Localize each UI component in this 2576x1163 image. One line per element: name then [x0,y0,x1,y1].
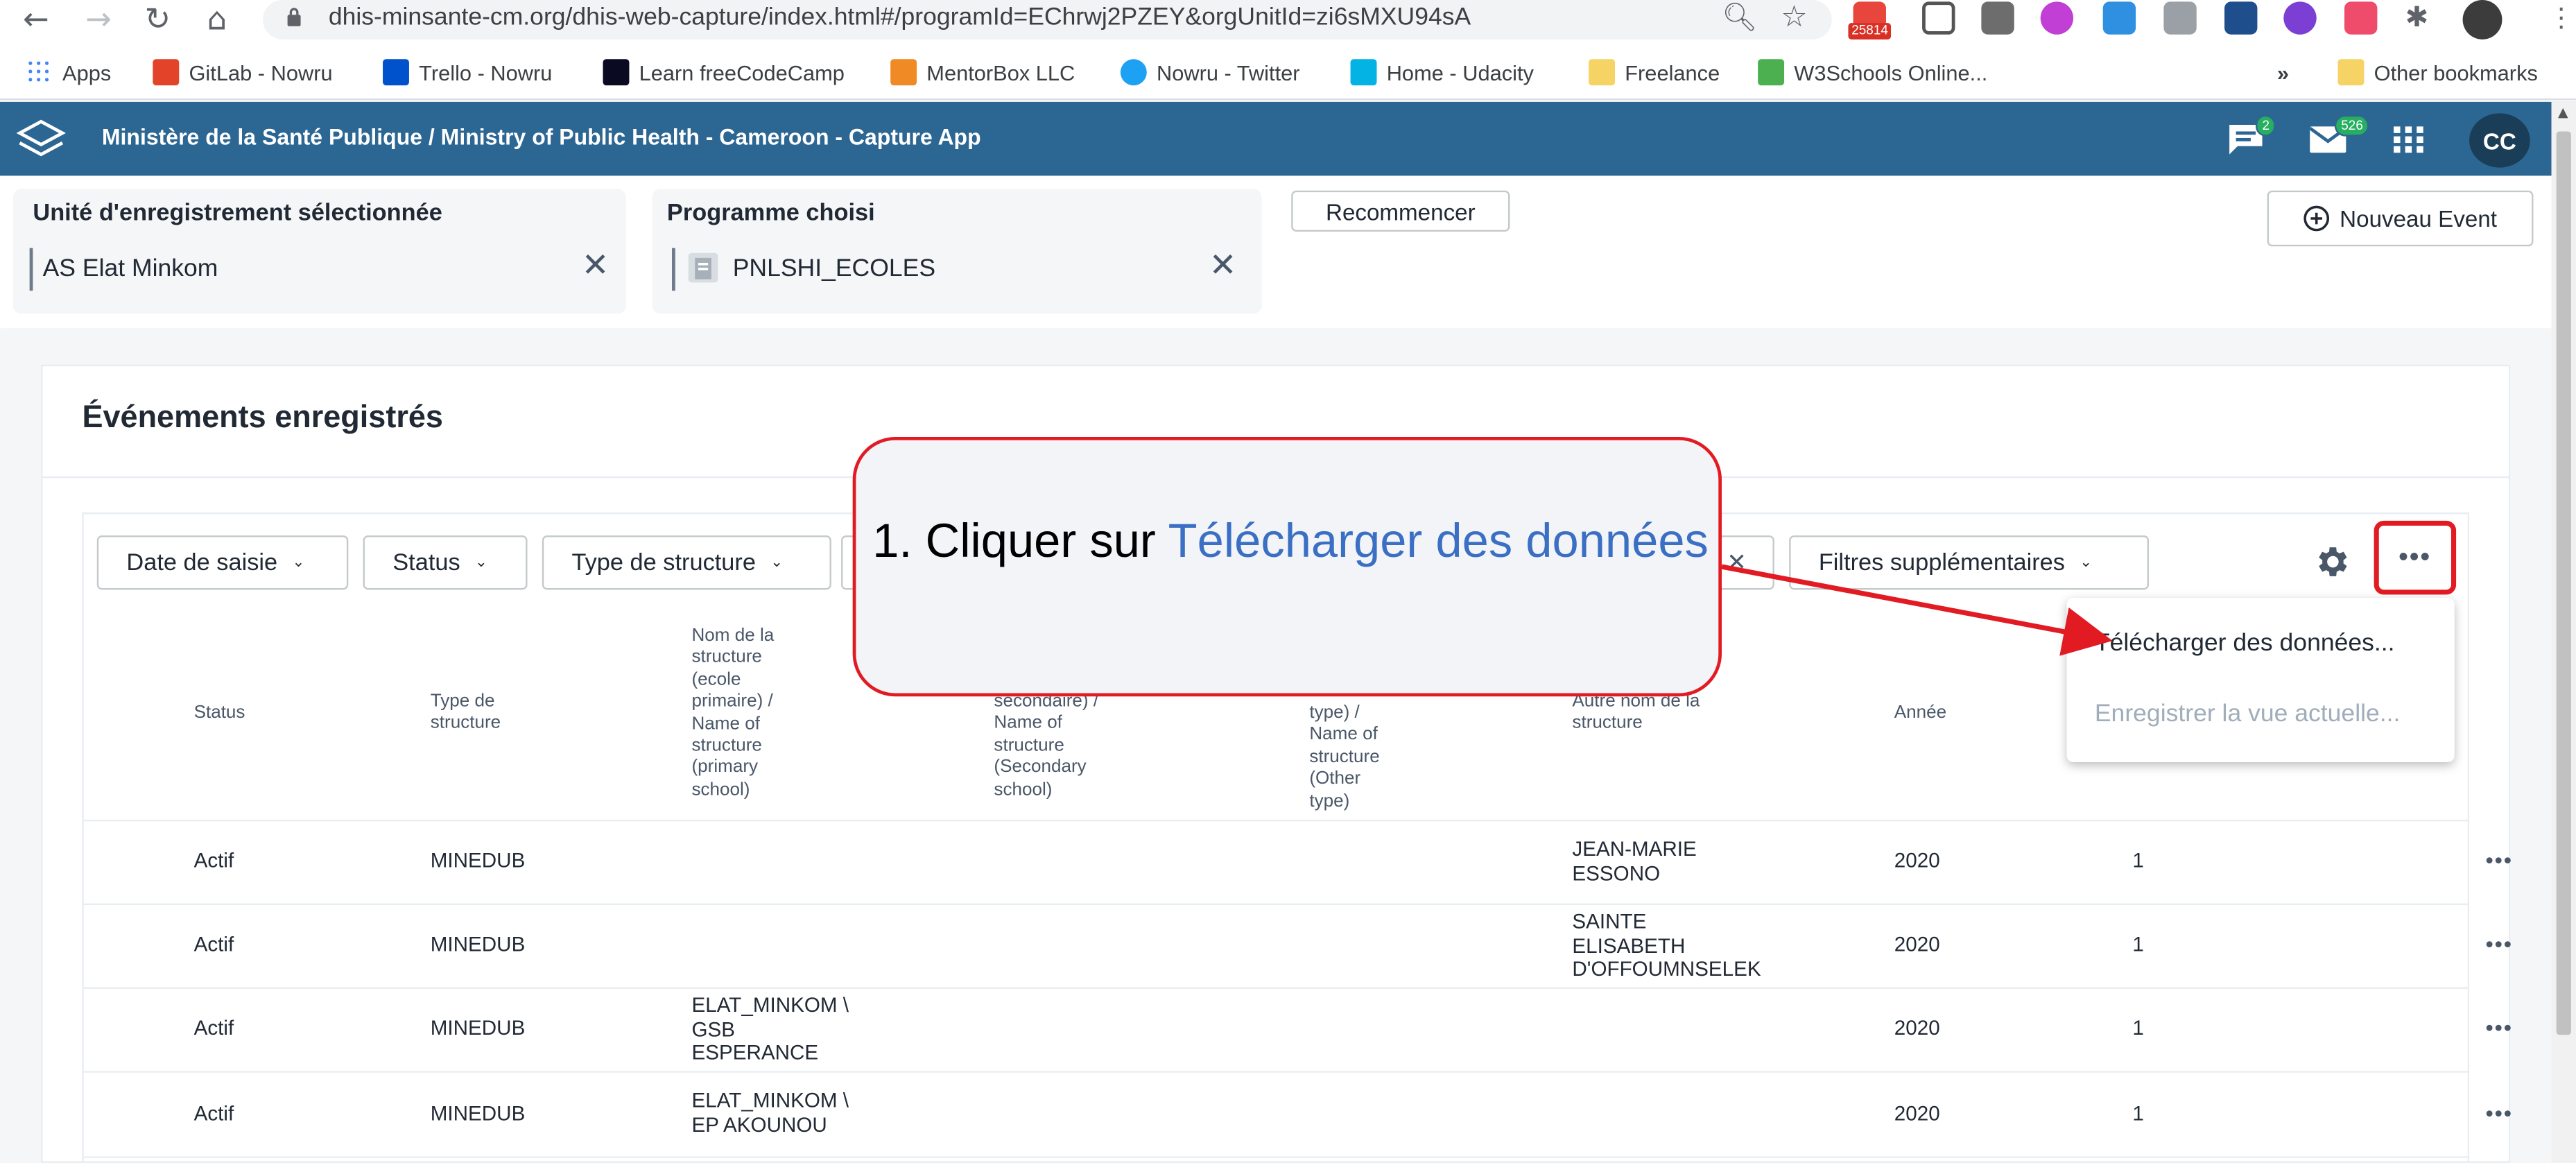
scroll-up-icon[interactable]: ▲ [2558,105,2568,120]
page-scrollbar[interactable]: ▲ [2551,101,2576,1163]
callout-arrow [1721,564,2113,656]
arrow-line [1721,564,2113,656]
screen: ← → ↻ ⌂ dhis-minsante-cm.org/dhis-web-ca… [0,0,2576,1163]
scrollbar-thumb[interactable] [2556,131,2571,1035]
